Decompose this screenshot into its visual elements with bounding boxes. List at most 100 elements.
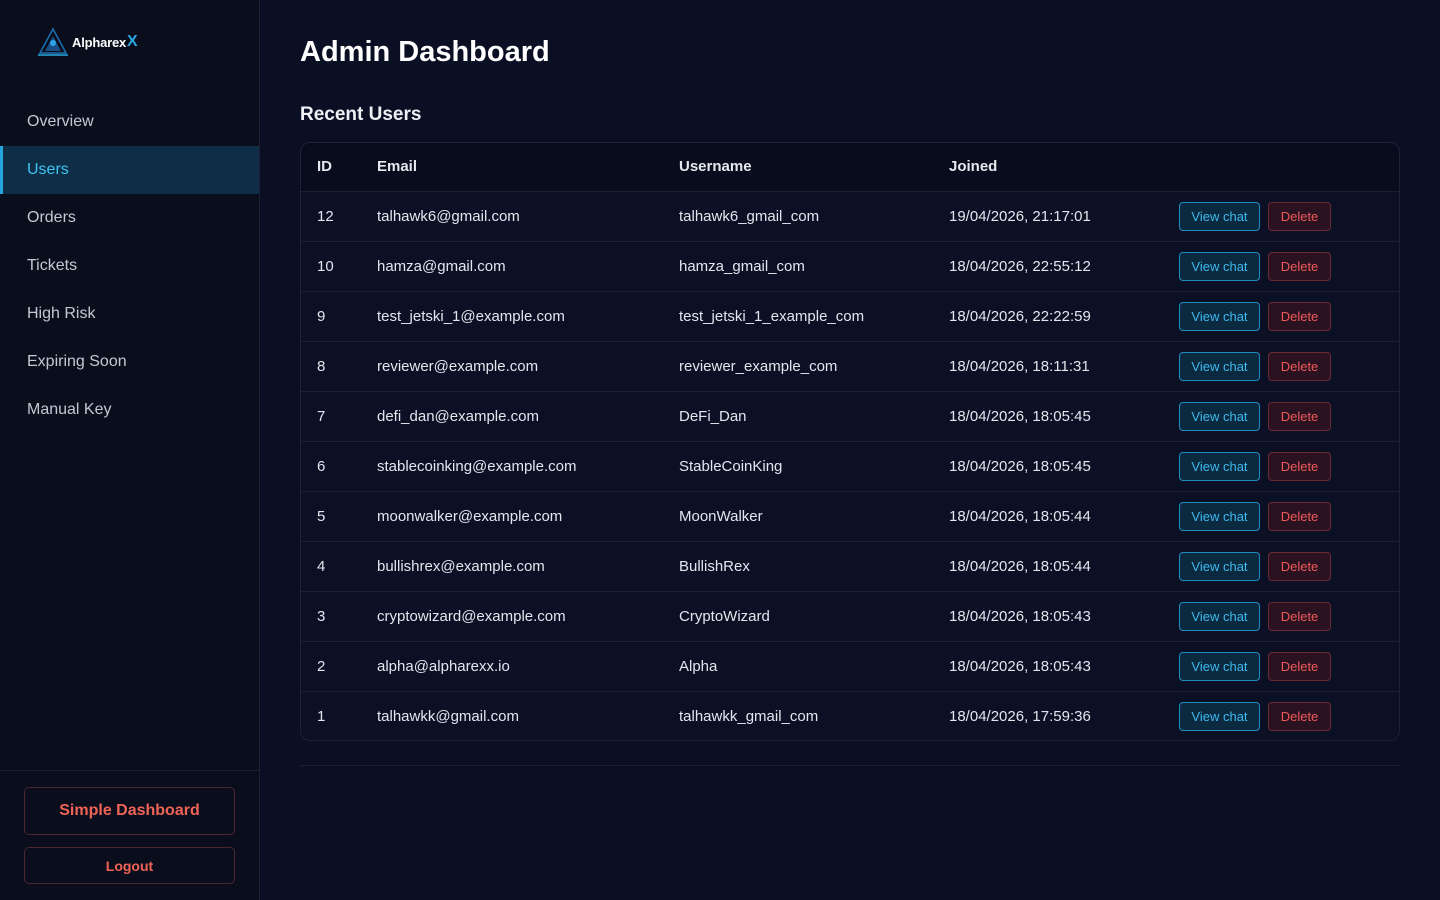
cell-username: hamza_gmail_com bbox=[679, 241, 949, 292]
delete-button[interactable]: Delete bbox=[1268, 501, 1331, 531]
sidebar-item-orders[interactable]: Orders bbox=[0, 194, 259, 242]
cell-actions: View chat Delete bbox=[1179, 591, 1399, 642]
logout-button[interactable]: Logout bbox=[24, 847, 235, 884]
sidebar-item-expiring-soon[interactable]: Expiring Soon bbox=[0, 338, 259, 386]
delete-button[interactable]: Delete bbox=[1268, 401, 1331, 431]
cell-id: 6 bbox=[301, 441, 377, 492]
cell-joined: 18/04/2026, 18:11:31 bbox=[949, 341, 1179, 392]
cell-email: hamza@gmail.com bbox=[377, 241, 679, 292]
cell-actions: View chat Delete bbox=[1179, 291, 1399, 342]
logo-mark-icon bbox=[38, 27, 68, 56]
row-actions: View chat Delete bbox=[1179, 401, 1399, 431]
delete-button[interactable]: Delete bbox=[1268, 251, 1331, 281]
cell-username: test_jetski_1_example_com bbox=[679, 291, 949, 342]
cell-joined: 19/04/2026, 21:17:01 bbox=[949, 191, 1179, 242]
cell-email: talhawk6@gmail.com bbox=[377, 191, 679, 242]
sidebar-item-tickets[interactable]: Tickets bbox=[0, 242, 259, 290]
delete-button[interactable]: Delete bbox=[1268, 701, 1331, 731]
cell-actions: View chat Delete bbox=[1179, 391, 1399, 442]
row-actions: View chat Delete bbox=[1179, 451, 1399, 481]
cell-joined: 18/04/2026, 22:22:59 bbox=[949, 291, 1179, 342]
cell-actions: View chat Delete bbox=[1179, 241, 1399, 292]
column-header-actions bbox=[1179, 143, 1399, 192]
delete-button[interactable]: Delete bbox=[1268, 651, 1331, 681]
cell-id: 5 bbox=[301, 491, 377, 542]
cell-email: alpha@alpharexx.io bbox=[377, 641, 679, 692]
row-actions: View chat Delete bbox=[1179, 551, 1399, 581]
cell-id: 7 bbox=[301, 391, 377, 442]
row-actions: View chat Delete bbox=[1179, 301, 1399, 331]
delete-button[interactable]: Delete bbox=[1268, 201, 1331, 231]
brand-name: Alpharex bbox=[72, 34, 127, 50]
users-table-card: ID Email Username Joined 12 talhawk6@gmai… bbox=[300, 142, 1400, 741]
column-header-joined: Joined bbox=[949, 143, 1179, 192]
brand-suffix: X bbox=[127, 33, 138, 50]
table-row: 4 bullishrex@example.com BullishRex 18/04/2… bbox=[301, 541, 1399, 592]
cell-actions: View chat Delete bbox=[1179, 441, 1399, 492]
cell-joined: 18/04/2026, 18:05:43 bbox=[949, 641, 1179, 692]
simple-dashboard-button[interactable]: Simple Dashboard bbox=[24, 787, 235, 835]
table-row: 6 stablecoinking@example.com StableCoinKin… bbox=[301, 441, 1399, 492]
cell-email: cryptowizard@example.com bbox=[377, 591, 679, 642]
sidebar-nav: Overview Users Orders Tickets High Risk … bbox=[0, 98, 259, 434]
cell-email: moonwalker@example.com bbox=[377, 491, 679, 542]
cell-username: talhawkk_gmail_com bbox=[679, 691, 949, 740]
view-chat-button[interactable]: View chat bbox=[1179, 651, 1260, 681]
row-actions: View chat Delete bbox=[1179, 651, 1399, 681]
table-row: 7 defi_dan@example.com DeFi_Dan 18/04/2026,… bbox=[301, 391, 1399, 442]
delete-button[interactable]: Delete bbox=[1268, 551, 1331, 581]
sidebar-item-manual-key[interactable]: Manual Key bbox=[0, 386, 259, 434]
view-chat-button[interactable]: View chat bbox=[1179, 351, 1260, 381]
table-row: 8 reviewer@example.com reviewer_example_co… bbox=[301, 341, 1399, 392]
delete-button[interactable]: Delete bbox=[1268, 601, 1331, 631]
cell-joined: 18/04/2026, 18:05:44 bbox=[949, 491, 1179, 542]
cell-joined: 18/04/2026, 18:05:45 bbox=[949, 391, 1179, 442]
row-actions: View chat Delete bbox=[1179, 201, 1399, 231]
view-chat-button[interactable]: View chat bbox=[1179, 551, 1260, 581]
view-chat-button[interactable]: View chat bbox=[1179, 301, 1260, 331]
view-chat-button[interactable]: View chat bbox=[1179, 451, 1260, 481]
cell-email: bullishrex@example.com bbox=[377, 541, 679, 592]
view-chat-button[interactable]: View chat bbox=[1179, 601, 1260, 631]
sidebar-item-overview[interactable]: Overview bbox=[0, 98, 259, 146]
delete-button[interactable]: Delete bbox=[1268, 451, 1331, 481]
view-chat-button[interactable]: View chat bbox=[1179, 251, 1260, 281]
cell-actions: View chat Delete bbox=[1179, 641, 1399, 692]
view-chat-button[interactable]: View chat bbox=[1179, 501, 1260, 531]
cell-joined: 18/04/2026, 18:05:45 bbox=[949, 441, 1179, 492]
cell-joined: 18/04/2026, 17:59:36 bbox=[949, 691, 1179, 740]
cell-joined: 18/04/2026, 18:05:43 bbox=[949, 591, 1179, 642]
brand-logo[interactable]: Alpharex X bbox=[36, 24, 138, 60]
sidebar: Alpharex X Overview Users Orders Tickets… bbox=[0, 0, 260, 900]
view-chat-button[interactable]: View chat bbox=[1179, 701, 1260, 731]
cell-actions: View chat Delete bbox=[1179, 191, 1399, 242]
cell-actions: View chat Delete bbox=[1179, 341, 1399, 392]
cell-username: StableCoinKing bbox=[679, 441, 949, 492]
table-row: 3 cryptowizard@example.com CryptoWizard 18/… bbox=[301, 591, 1399, 642]
table-header-row: ID Email Username Joined bbox=[301, 143, 1399, 192]
view-chat-button[interactable]: View chat bbox=[1179, 201, 1260, 231]
cell-id: 9 bbox=[301, 291, 377, 342]
table-body: 12 talhawk6@gmail.com talhawk6_gmail_com 19… bbox=[301, 191, 1399, 740]
cell-email: reviewer@example.com bbox=[377, 341, 679, 392]
cell-id: 10 bbox=[301, 241, 377, 292]
table-row: 9 test_jetski_1@example.com test_jetski_1_… bbox=[301, 291, 1399, 342]
delete-button[interactable]: Delete bbox=[1268, 301, 1331, 331]
cell-id: 12 bbox=[301, 191, 377, 242]
sidebar-item-high-risk[interactable]: High Risk bbox=[0, 290, 259, 338]
cell-username: Alpha bbox=[679, 641, 949, 692]
sidebar-item-users[interactable]: Users bbox=[0, 146, 259, 194]
cell-id: 2 bbox=[301, 641, 377, 692]
table-row: 5 moonwalker@example.com MoonWalker 18/04/2… bbox=[301, 491, 1399, 542]
cell-id: 1 bbox=[301, 691, 377, 740]
cell-username: CryptoWizard bbox=[679, 591, 949, 642]
table-row: 10 hamza@gmail.com hamza_gmail_com 18/04/20… bbox=[301, 241, 1399, 292]
cell-actions: View chat Delete bbox=[1179, 541, 1399, 592]
cell-username: BullishRex bbox=[679, 541, 949, 592]
section-title: Recent Users bbox=[300, 104, 422, 125]
row-actions: View chat Delete bbox=[1179, 251, 1399, 281]
row-actions: View chat Delete bbox=[1179, 701, 1399, 731]
view-chat-button[interactable]: View chat bbox=[1179, 401, 1260, 431]
column-header-id: ID bbox=[301, 143, 377, 192]
delete-button[interactable]: Delete bbox=[1268, 351, 1331, 381]
